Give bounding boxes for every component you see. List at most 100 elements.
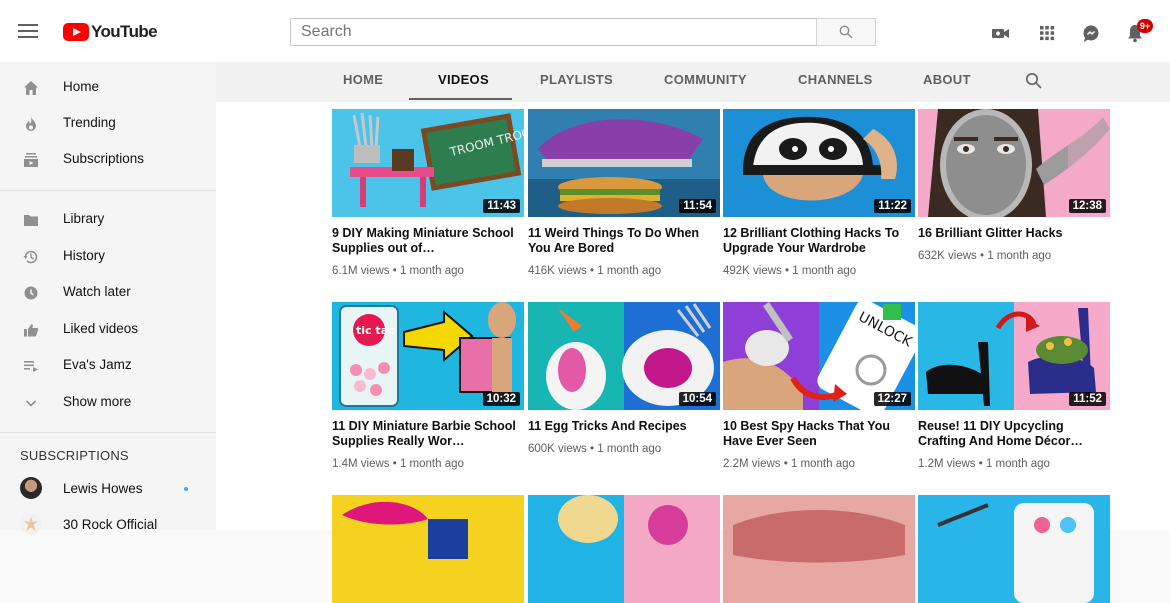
video-duration: 10:54: [678, 392, 716, 406]
video-title[interactable]: 11 DIY Miniature Barbie School Supplies …: [332, 419, 524, 449]
video-title[interactable]: Reuse! 11 DIY Upcycling Crafting And Hom…: [918, 419, 1110, 449]
thumbnail-image: [332, 495, 524, 603]
sidebar-show-more[interactable]: Show more: [0, 384, 216, 420]
search-icon: [839, 25, 853, 39]
guide-menu-button[interactable]: [18, 24, 38, 38]
sidebar-item-label: History: [63, 248, 106, 263]
video-thumbnail[interactable]: 11:22: [723, 109, 915, 217]
video-meta: 2.2M views • 1 month ago: [723, 458, 855, 470]
sidebar-item-watch-later[interactable]: Watch later: [0, 274, 216, 310]
video-title[interactable]: 11 Weird Things To Do When You Are Bored: [528, 226, 720, 256]
sidebar-item-trending[interactable]: Trending: [0, 105, 216, 141]
thumbnail-image: [918, 495, 1110, 603]
video-title[interactable]: 11 Egg Tricks And Recipes: [528, 419, 720, 434]
channel-name: Lewis Howes: [63, 481, 143, 496]
tab-about[interactable]: ABOUT: [923, 72, 971, 87]
video-grid: TROOM TROOM 11:43 9 DIY Making Miniature…: [216, 102, 1170, 603]
view-count: 492K views: [723, 265, 782, 277]
subscriptions-section-title: SUBSCRIPTIONS: [20, 448, 129, 463]
video-meta: 1.4M views • 1 month ago: [332, 458, 464, 470]
chat-bubble-icon: [1083, 25, 1099, 42]
apps-button[interactable]: [1036, 22, 1058, 44]
sidebar-item-label: Home: [63, 79, 100, 94]
video-title[interactable]: 12 Brilliant Clothing Hacks To Upgrade Y…: [723, 226, 915, 256]
watch-later-icon: [24, 286, 38, 300]
video-duration: 11:52: [1069, 392, 1106, 406]
logo-text: YouTube: [91, 22, 158, 41]
tab-home[interactable]: HOME: [343, 72, 383, 87]
search-button[interactable]: [816, 18, 876, 46]
avatar: [20, 477, 42, 499]
video-meta: 6.1M views • 1 month ago: [332, 265, 464, 277]
video-duration: 11:54: [679, 199, 716, 213]
upload-age: 1 month ago: [597, 265, 662, 277]
video-thumbnail[interactable]: [723, 495, 915, 603]
view-count: 1.2M views: [918, 458, 976, 470]
video-duration: 12:27: [873, 392, 911, 406]
masthead: YouTube 9+: [0, 0, 1170, 62]
tab-playlists[interactable]: PLAYLISTS: [540, 72, 613, 87]
sidebar-item-label: Trending: [63, 115, 116, 130]
history-icon: [23, 250, 38, 264]
sidebar-item-liked-videos[interactable]: Liked videos: [0, 311, 216, 347]
video-thumbnail[interactable]: [332, 495, 524, 603]
thumbnail-image: [723, 495, 915, 603]
video-thumbnail[interactable]: [528, 495, 720, 603]
thumbnail-image: [528, 495, 720, 603]
view-count: 632K views: [918, 250, 977, 262]
search-input[interactable]: [290, 18, 816, 46]
chevron-down-icon: [25, 400, 37, 407]
video-thumbnail[interactable]: 11:54: [528, 109, 720, 217]
sidebar-item-label: Liked videos: [63, 321, 139, 336]
video-title[interactable]: 16 Brilliant Glitter Hacks: [918, 226, 1110, 241]
video-title[interactable]: 9 DIY Making Miniature School Supplies o…: [332, 226, 524, 256]
video-meta: 1.2M views • 1 month ago: [918, 458, 1050, 470]
tab-community[interactable]: COMMUNITY: [664, 72, 747, 87]
sidebar-divider: [0, 432, 216, 433]
apps-grid-icon: [1040, 26, 1055, 41]
upload-age: 1 month ago: [399, 265, 464, 277]
liked-videos-icon: [24, 324, 39, 337]
messages-button[interactable]: [1080, 22, 1102, 44]
video-thumbnail[interactable]: UNLOCK 12:27: [723, 302, 915, 410]
video-thumbnail[interactable]: TROOM TROOM 11:43: [332, 109, 524, 217]
sidebar-item-home[interactable]: Home: [0, 69, 216, 105]
video-duration: 10:32: [482, 392, 520, 406]
video-thumbnail[interactable]: tic tac 10:32: [332, 302, 524, 410]
sidebar-item-subscriptions[interactable]: Subscriptions: [0, 141, 216, 177]
subscriptions-icon: [24, 153, 38, 167]
video-meta: 492K views • 1 month ago: [723, 265, 857, 277]
channel-tabs: HOME VIDEOS PLAYLISTS COMMUNITY CHANNELS…: [216, 62, 1170, 102]
sidebar-channel-lewis-howes[interactable]: Lewis Howes: [0, 471, 216, 507]
video-duration: 12:38: [1068, 199, 1106, 213]
sidebar-item-library[interactable]: Library: [0, 201, 216, 237]
avatar: [20, 513, 42, 535]
sidebar-item-evas-jamz[interactable]: Eva's Jamz: [0, 347, 216, 383]
video-thumbnail[interactable]: [918, 495, 1110, 603]
video-camera-icon: [992, 29, 1009, 38]
library-icon: [24, 215, 38, 226]
tictac-logo-text: tic tac: [356, 324, 395, 337]
video-title[interactable]: 10 Best Spy Hacks That You Have Ever See…: [723, 419, 915, 449]
sidebar-item-history[interactable]: History: [0, 238, 216, 274]
upload-age: 1 month ago: [790, 458, 855, 470]
video-duration: 11:22: [874, 199, 911, 213]
sidebar-item-label: Show more: [63, 394, 132, 409]
video-thumbnail[interactable]: 12:38: [918, 109, 1110, 217]
channel-search-icon[interactable]: [1025, 72, 1043, 90]
sidebar-channel-30-rock-official[interactable]: 30 Rock Official: [0, 507, 216, 543]
youtube-logo[interactable]: YouTube: [63, 22, 158, 42]
youtube-play-icon: [63, 23, 89, 41]
upload-age: 1 month ago: [597, 443, 662, 455]
video-thumbnail[interactable]: 11:52: [918, 302, 1110, 410]
tab-videos[interactable]: VIDEOS: [438, 72, 489, 87]
notification-count-badge: 9+: [1137, 19, 1153, 33]
video-duration: 11:43: [483, 199, 520, 213]
create-video-button[interactable]: [990, 22, 1012, 44]
view-count: 1.4M views: [332, 458, 390, 470]
tab-channels[interactable]: CHANNELS: [798, 72, 873, 87]
sidebar-item-label: Watch later: [63, 284, 131, 299]
upload-age: 1 month ago: [985, 458, 1050, 470]
new-content-dot: [184, 487, 188, 491]
video-thumbnail[interactable]: 10:54: [528, 302, 720, 410]
